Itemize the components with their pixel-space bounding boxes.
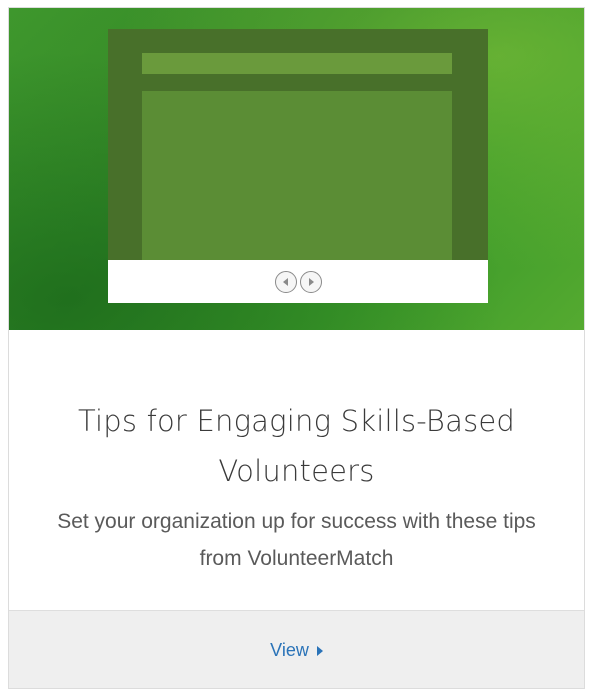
hero-image [9, 8, 584, 330]
prev-slide-icon [274, 270, 297, 293]
slide-content-area [142, 91, 452, 260]
next-slide-icon [299, 270, 322, 293]
card-body: Tips for Engaging Skills-Based Volunteer… [9, 330, 584, 610]
view-link-label: View [270, 640, 309, 660]
card-description: Set your organization up for success wit… [57, 510, 536, 570]
slideshow-illustration [108, 29, 488, 260]
slide-header-bar [142, 53, 452, 74]
card-footer: View [9, 610, 584, 688]
view-link[interactable]: View [270, 640, 323, 661]
resource-card: Tips for Engaging Skills-Based Volunteer… [8, 7, 585, 689]
caret-right-icon [316, 645, 323, 656]
card-title: Tips for Engaging Skills-Based Volunteer… [77, 404, 516, 488]
slideshow-nav [108, 260, 488, 303]
